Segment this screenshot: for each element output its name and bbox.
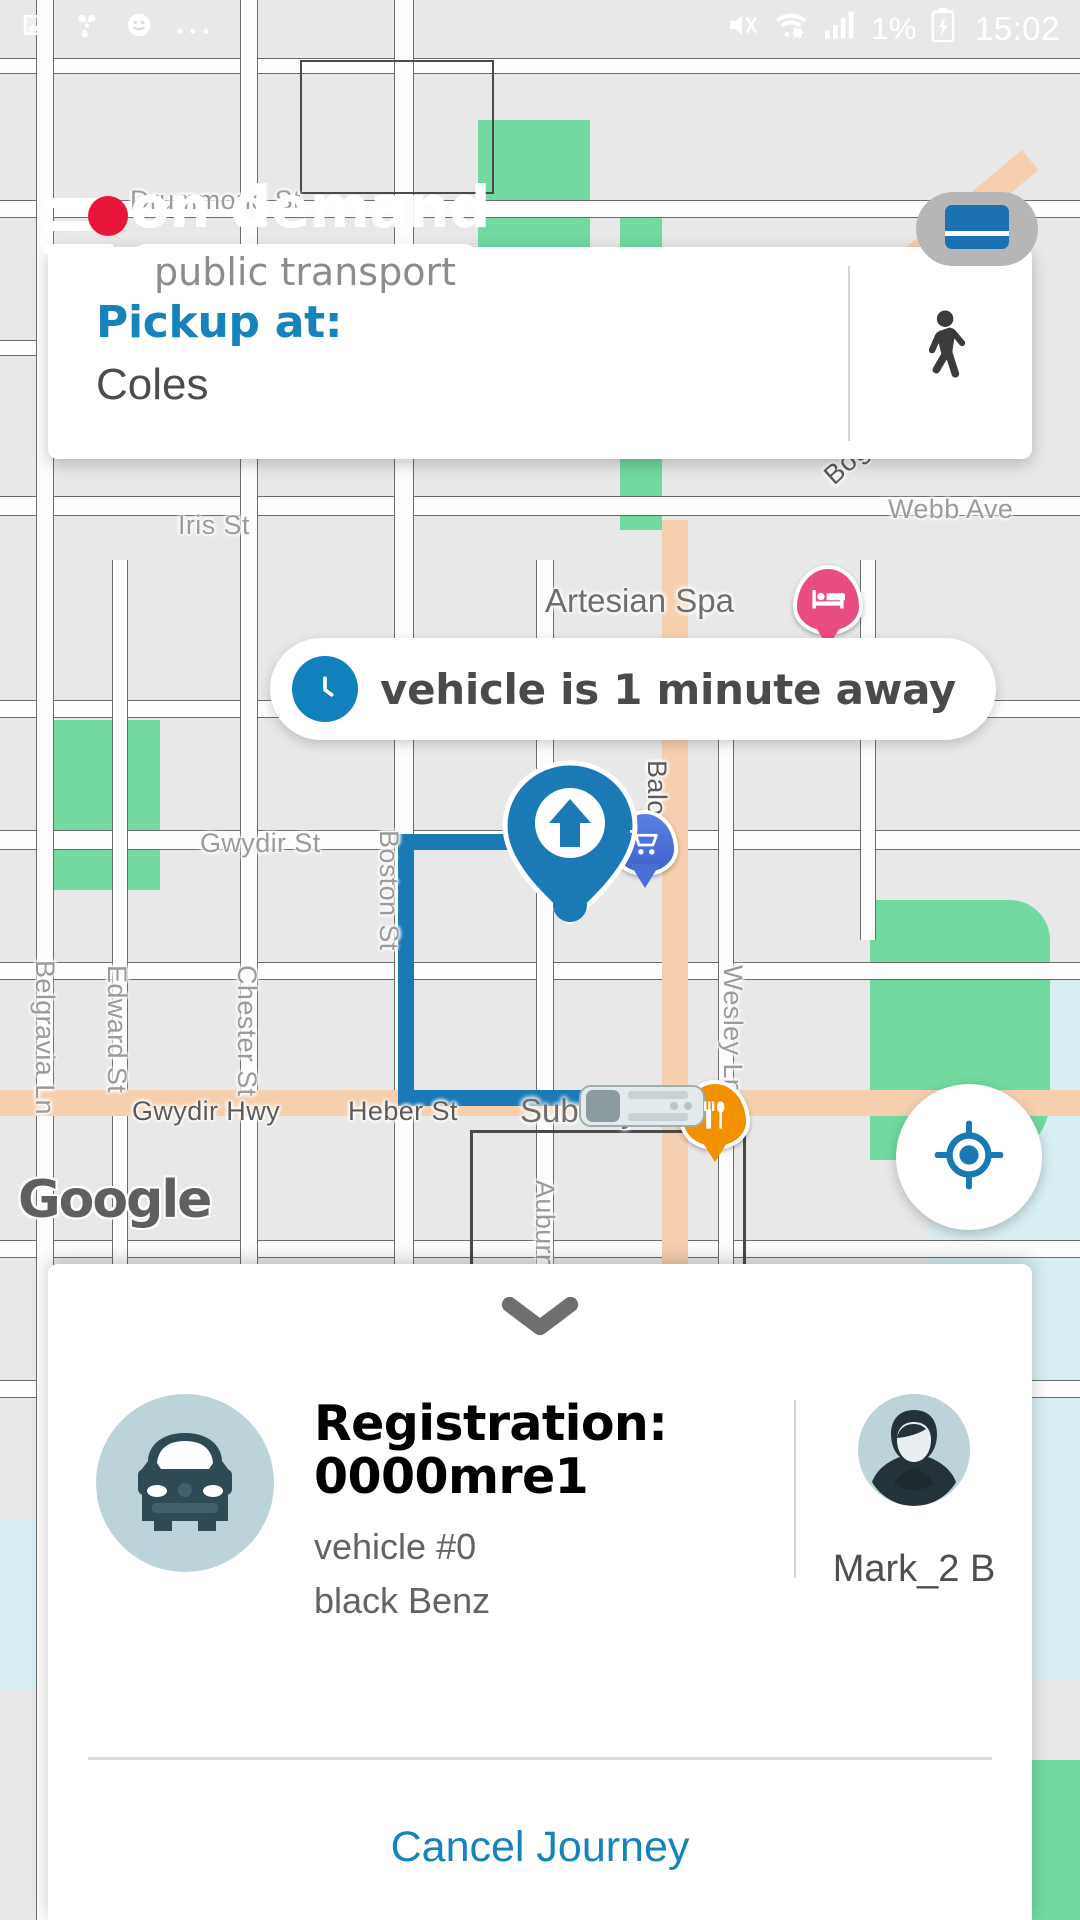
photo-icon bbox=[20, 10, 50, 48]
brand-block: on demand public transport bbox=[130, 173, 491, 302]
more-icon bbox=[176, 12, 210, 46]
vehicle-info: Registration: 0000mre1 vehicle #0 black … bbox=[314, 1394, 794, 1622]
vehicle-detail-body: Registration: 0000mre1 vehicle #0 black … bbox=[48, 1372, 1032, 1622]
my-location-button[interactable] bbox=[896, 1084, 1042, 1230]
vehicle-number: vehicle #0 bbox=[314, 1525, 477, 1567]
eta-banner: vehicle is 1 minute away bbox=[270, 638, 996, 740]
driver-avatar-icon bbox=[858, 1394, 970, 1506]
battery-charging-icon bbox=[931, 8, 955, 50]
app-header: on demand public transport bbox=[0, 80, 1080, 302]
mute-icon bbox=[725, 9, 759, 49]
fan-icon bbox=[72, 10, 102, 48]
poi-label-artesian-spa: Artesian Spa bbox=[545, 582, 734, 619]
payment-card-button[interactable] bbox=[916, 192, 1038, 266]
vehicle-detail-sheet: Registration: 0000mre1 vehicle #0 black … bbox=[48, 1264, 1032, 1920]
status-bar: 1% 15:02 bbox=[0, 0, 1080, 58]
app-screen: Drummond StIris StWebb AveBoggabilla RdG… bbox=[0, 0, 1080, 1920]
chevron-down-icon bbox=[501, 1295, 579, 1342]
cancel-journey-button[interactable]: Cancel Journey bbox=[48, 1823, 1032, 1872]
pickup-location-value: Coles bbox=[96, 359, 209, 409]
app-title: on demand bbox=[130, 173, 491, 241]
walking-person-icon bbox=[913, 309, 969, 398]
car-front-icon bbox=[96, 1394, 274, 1572]
street-label: Belgravia Ln bbox=[30, 960, 60, 1115]
walking-directions-button[interactable] bbox=[850, 309, 1032, 398]
vehicle-model: black Benz bbox=[314, 1579, 491, 1621]
signal-icon bbox=[823, 10, 857, 48]
eta-text: vehicle is 1 minute away bbox=[380, 664, 956, 714]
driver-name: Mark_2 B bbox=[832, 1548, 996, 1590]
street-label: Gwydir Hwy bbox=[132, 1096, 281, 1126]
payment-card-icon bbox=[945, 204, 1009, 254]
pickup-label: Pickup at: bbox=[96, 296, 343, 348]
road-segment bbox=[860, 560, 876, 940]
battery-percent: 1% bbox=[871, 11, 917, 46]
street-label: Wesley Ln bbox=[718, 965, 748, 1095]
divider bbox=[88, 1757, 992, 1760]
street-label: Gwydir St bbox=[200, 828, 321, 858]
collapse-sheet-button[interactable] bbox=[48, 1264, 1032, 1372]
pickup-arrow-pin[interactable] bbox=[495, 755, 645, 924]
vehicle-registration: Registration: 0000mre1 bbox=[314, 1395, 668, 1505]
smiley-icon bbox=[124, 10, 154, 48]
street-label: Iris St bbox=[178, 510, 250, 540]
street-label: Heber St bbox=[348, 1096, 458, 1126]
street-label: Chester St bbox=[232, 965, 262, 1097]
my-location-icon bbox=[932, 1118, 1006, 1197]
google-attribution: Google bbox=[18, 1170, 212, 1230]
wifi-icon bbox=[773, 9, 809, 49]
road-segment bbox=[0, 58, 1080, 74]
pickup-text-block: Pickup at: Coles bbox=[48, 297, 848, 410]
street-label: Webb Ave bbox=[888, 494, 1014, 524]
street-label: Boston St bbox=[374, 830, 404, 951]
hotel-bed-icon[interactable] bbox=[793, 565, 863, 635]
street-label: Edward St bbox=[102, 965, 132, 1094]
car-top-view-icon bbox=[578, 1078, 706, 1134]
status-clock: 15:02 bbox=[974, 10, 1060, 47]
app-subtitle: public transport bbox=[132, 244, 478, 302]
driver-block: Mark_2 B bbox=[796, 1394, 1032, 1591]
clock-icon bbox=[292, 656, 358, 722]
notification-badge bbox=[88, 196, 128, 236]
